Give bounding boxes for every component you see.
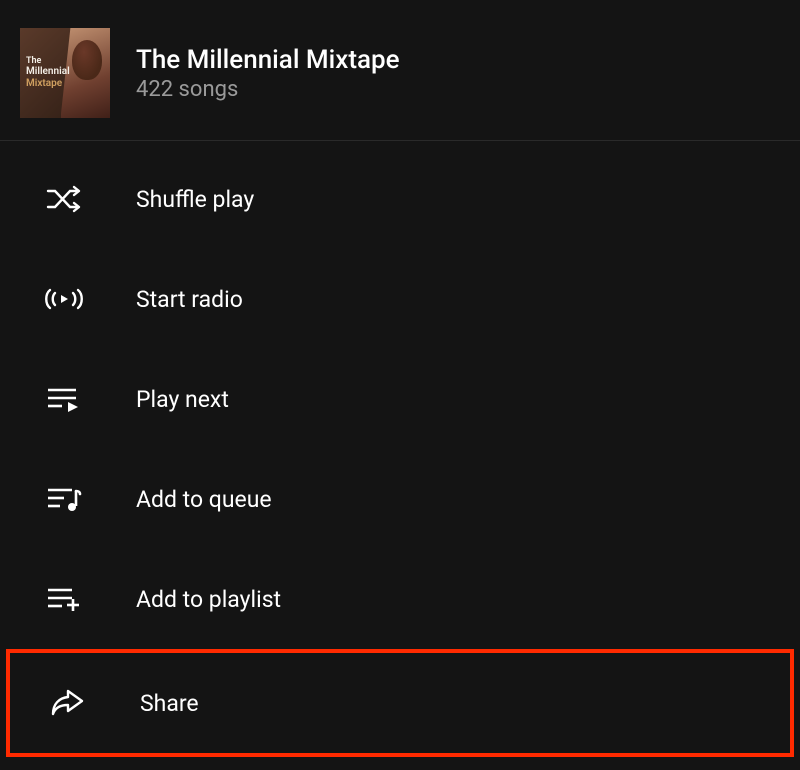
playlist-title: The Millennial Mixtape [136,45,400,75]
start-radio-item[interactable]: Start radio [0,249,800,349]
add-to-playlist-label: Add to playlist [136,586,281,613]
playlist-header: The Millennial Mixtape The Millennial Mi… [0,10,800,141]
add-to-queue-label: Add to queue [136,486,272,513]
album-art: The Millennial Mixtape [20,28,110,118]
play-next-item[interactable]: Play next [0,349,800,449]
shuffle-play-item[interactable]: Shuffle play [0,149,800,249]
share-label: Share [140,690,199,717]
queue-icon [40,475,88,523]
play-next-icon [40,375,88,423]
playlist-song-count: 422 songs [136,77,400,102]
shuffle-icon [40,175,88,223]
playlist-info: The Millennial Mixtape 422 songs [136,45,400,102]
start-radio-label: Start radio [136,286,243,313]
play-next-label: Play next [136,386,229,413]
share-icon [44,679,92,727]
album-art-text: The Millennial Mixtape [26,56,70,89]
add-to-queue-item[interactable]: Add to queue [0,449,800,549]
menu-list: Shuffle play Start radio [0,141,800,757]
radio-icon [40,275,88,323]
context-menu-sheet: The Millennial Mixtape The Millennial Mi… [0,0,800,770]
share-item[interactable]: Share [6,649,794,757]
shuffle-play-label: Shuffle play [136,186,254,213]
add-playlist-icon [40,575,88,623]
add-to-playlist-item[interactable]: Add to playlist [0,549,800,649]
